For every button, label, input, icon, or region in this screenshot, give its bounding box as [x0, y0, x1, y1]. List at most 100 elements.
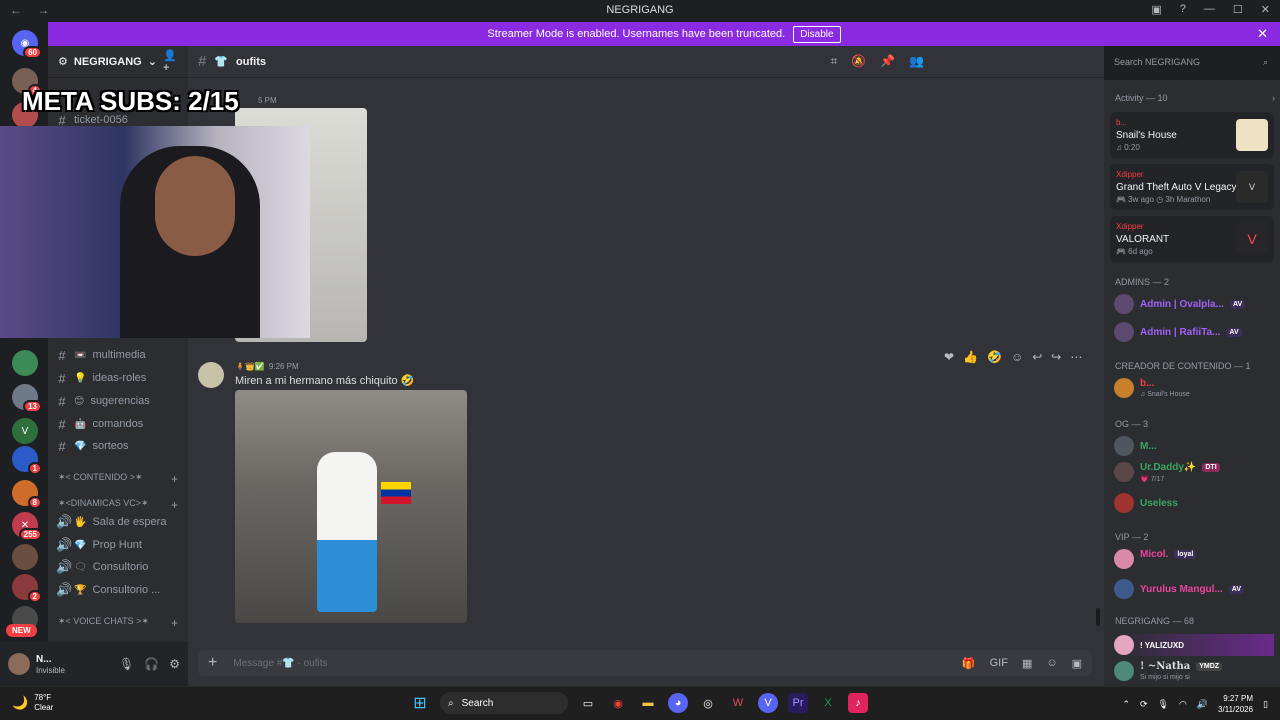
obs-icon[interactable]: ◎ [698, 693, 718, 713]
server-header[interactable]: ⚙ NEGRIGANG ⌄ 👤+ [48, 46, 188, 78]
chevron-right-icon[interactable]: › [1272, 93, 1275, 103]
invite-icon[interactable]: 👤+ [163, 49, 178, 74]
thumbs-up-reaction-icon[interactable]: 👍 [963, 350, 978, 364]
member-item[interactable]: Admin | RafiiTa... AV [1114, 321, 1274, 343]
server-icon[interactable]: 1 [12, 446, 42, 475]
member-item[interactable]: ! ~Natha YMDZ Si mijo si mijo si [1114, 660, 1274, 682]
microphone-icon[interactable]: 🎙 [1158, 699, 1169, 710]
close-icon[interactable]: ✕ [1257, 26, 1268, 42]
server-icon[interactable]: 13 [12, 384, 42, 413]
server-icon[interactable] [12, 350, 38, 376]
voice-channel-item[interactable]: 🔊 🏆 Consultorio ... [56, 580, 180, 600]
help-icon[interactable]: ? [1180, 3, 1186, 16]
sticker-icon[interactable]: ▦ [1022, 657, 1032, 670]
excel-icon[interactable]: X [818, 693, 838, 713]
more-icon[interactable]: ⋯ [1070, 350, 1082, 364]
activity-header[interactable]: Activity — 10 › [1115, 93, 1275, 103]
microphone-icon[interactable]: 🎙 [119, 657, 134, 671]
start-icon[interactable]: ⊞ [410, 693, 430, 713]
emoji-icon[interactable]: ☺ [1046, 657, 1057, 670]
channel-item[interactable]: # 💡 ideas-roles [56, 368, 180, 388]
home-icon[interactable]: ◉ 60 [12, 30, 42, 59]
channel-item[interactable]: # 💎 sorteos [56, 436, 180, 456]
chrome-icon[interactable]: ◉ [608, 693, 628, 713]
notifications-icon[interactable]: 🔕 [851, 54, 866, 69]
server-icon[interactable]: 8 [12, 480, 42, 509]
activity-card[interactable]: Xdipper Grand Theft Auto V Legacy 🎮 3w a… [1110, 164, 1274, 210]
server-icon[interactable]: 2 [12, 574, 42, 603]
add-channel-icon[interactable]: + [171, 498, 178, 512]
new-badge[interactable]: NEW [6, 624, 37, 637]
member-item[interactable]: b... ♫ Snail's House [1114, 377, 1274, 399]
member-item[interactable]: Ur.Daddy✨ DTI 💗 7/17 [1114, 461, 1274, 483]
member-item[interactable]: Yurulus Mangul... AV [1114, 578, 1274, 600]
server-icon[interactable]: ✕ 255 [12, 512, 42, 541]
message-input[interactable]: Message #👕 · oufits [233, 658, 327, 669]
add-reaction-icon[interactable]: ☺ [1011, 350, 1023, 364]
activity-card[interactable]: b... Snail's House ♫ 0:20 [1110, 112, 1274, 158]
scrollbar[interactable] [1096, 608, 1100, 626]
maximize-button[interactable]: ☐ [1233, 3, 1243, 16]
server-icon[interactable] [12, 544, 38, 570]
avatar[interactable] [198, 362, 224, 388]
category-contenido[interactable]: ✶< CONTENIDO >✶ + [58, 472, 178, 486]
taskbar-search[interactable]: ⌕ Search [440, 692, 568, 714]
sync-icon[interactable]: ⟳ [1140, 699, 1148, 710]
member-item[interactable]: Micol. loyal [1114, 548, 1274, 570]
weather-widget[interactable]: 🌙 78°F Clear [12, 693, 53, 713]
tiktok-icon[interactable]: ♪ [848, 693, 868, 713]
category-dinamicas[interactable]: ✶<DINAMICAS VC>✶ + [58, 498, 178, 512]
file-explorer-icon[interactable]: ▬ [638, 693, 658, 713]
channel-item[interactable]: # 😊 sugerencias [56, 391, 180, 411]
activity-card[interactable]: Xdipper VALORANT 🎮 6d ago V [1110, 216, 1274, 262]
apps-icon[interactable]: ▣ [1072, 657, 1082, 670]
server-icon[interactable]: V [12, 418, 38, 444]
channel-item[interactable]: # 🤖 comandos [56, 414, 180, 434]
laugh-reaction-icon[interactable]: 🤣 [987, 350, 1002, 364]
inbox-icon[interactable]: ▣ [1151, 3, 1161, 16]
discord-icon[interactable]: ◕ [668, 693, 688, 713]
premiere-icon[interactable]: Pr [788, 693, 808, 713]
message-composer[interactable]: + Message #👕 · oufits 🎁 GIF ▦ ☺ ▣ [198, 650, 1092, 676]
activity-sub: ♫ 0:20 [1116, 143, 1140, 152]
activity-sub: 🎮 6d ago [1116, 247, 1153, 256]
clock[interactable]: 9:27 PM 3/11/2026 [1218, 693, 1253, 715]
member-tag: DTI [1202, 462, 1220, 472]
member-item[interactable]: ! YALIZUXD [1114, 634, 1274, 656]
add-channel-icon[interactable]: + [171, 616, 178, 630]
threads-icon[interactable]: ⌗ [830, 54, 837, 69]
category-voice[interactable]: ✶< VOICE CHATS >✶ + [58, 616, 178, 630]
member-item[interactable]: Admin | Ovalpla... AV [1114, 293, 1274, 315]
headphones-icon[interactable]: 🎧 [144, 657, 159, 671]
voice-channel-item[interactable]: 🔊 🖐 Sala de espera [56, 512, 180, 532]
gear-icon[interactable]: ⚙ [169, 657, 180, 671]
activity-title: Snail's House [1116, 130, 1177, 141]
member-item[interactable]: Useless [1114, 492, 1274, 514]
gift-icon[interactable]: 🎁 [962, 657, 976, 670]
reply-icon[interactable]: ↩ [1032, 350, 1042, 364]
pin-icon[interactable]: 📌 [880, 54, 895, 69]
wifi-icon[interactable]: ◠ [1179, 699, 1187, 710]
notification-icon[interactable]: ▯ [1263, 699, 1268, 710]
plus-icon[interactable]: + [208, 654, 217, 672]
chevron-up-icon[interactable]: ⌃ [1122, 699, 1130, 710]
forward-icon[interactable]: ↪ [1051, 350, 1061, 364]
voice-channel-item[interactable]: 🔊 🗨 Consultorio [56, 557, 180, 577]
add-channel-icon[interactable]: + [171, 472, 178, 486]
vpn-icon[interactable]: V [758, 693, 778, 713]
disable-button[interactable]: Disable [793, 25, 841, 43]
volume-icon[interactable]: 🔊 [1197, 699, 1208, 710]
search-input[interactable]: Search NEGRIGANG ⌕ [1108, 52, 1274, 72]
tv-app-icon[interactable]: W [728, 693, 748, 713]
minimize-button[interactable]: — [1204, 3, 1215, 16]
message-image[interactable] [235, 390, 467, 623]
task-view-icon[interactable]: ▭ [578, 693, 598, 713]
avatar[interactable] [8, 653, 30, 675]
close-button[interactable]: ✕ [1261, 3, 1270, 16]
heart-reaction-icon[interactable]: ❤ [944, 350, 954, 364]
member-item[interactable]: M... [1114, 435, 1274, 457]
voice-channel-item[interactable]: 🔊 💎 Prop Hunt [56, 535, 180, 555]
channel-item[interactable]: # 📼 multimedia [56, 345, 180, 365]
members-icon[interactable]: 👥 [909, 54, 924, 69]
gif-icon[interactable]: GIF [990, 657, 1008, 670]
